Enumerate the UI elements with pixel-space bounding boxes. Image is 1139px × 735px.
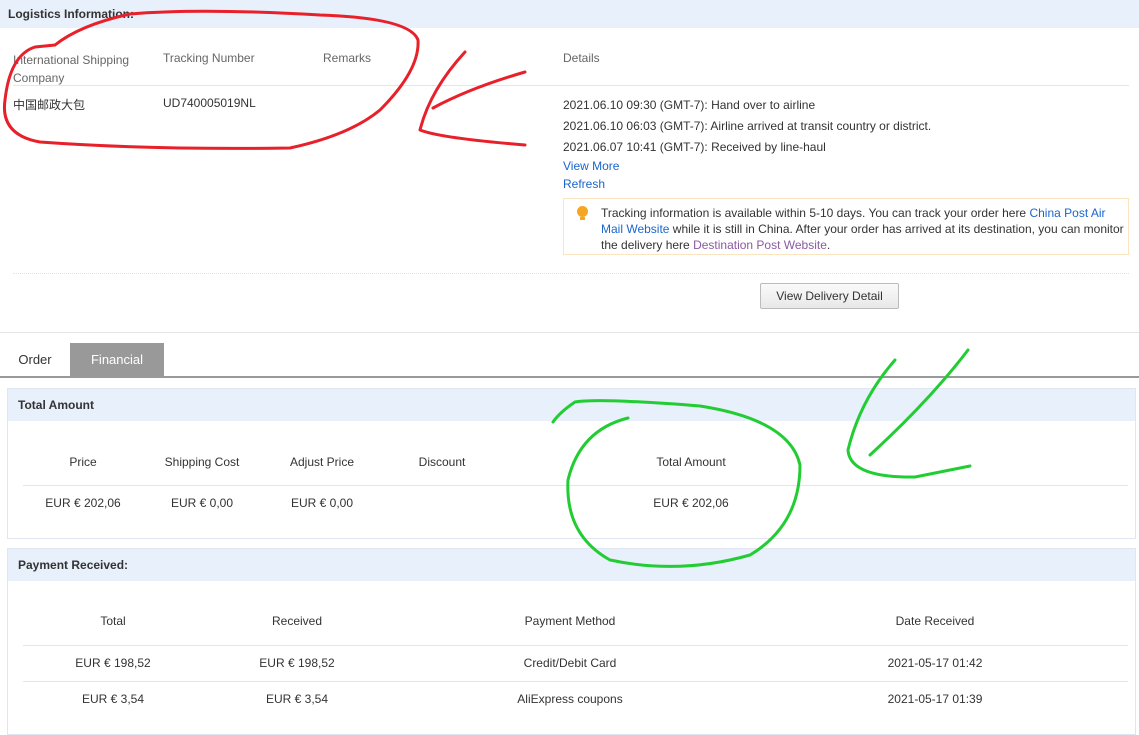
green-arrow-annotation [846, 348, 972, 479]
annotation-overlay [2, 9, 972, 568]
red-circle-annotation [2, 9, 420, 150]
red-arrow-annotation [418, 50, 527, 147]
green-circle-annotation [551, 399, 802, 568]
